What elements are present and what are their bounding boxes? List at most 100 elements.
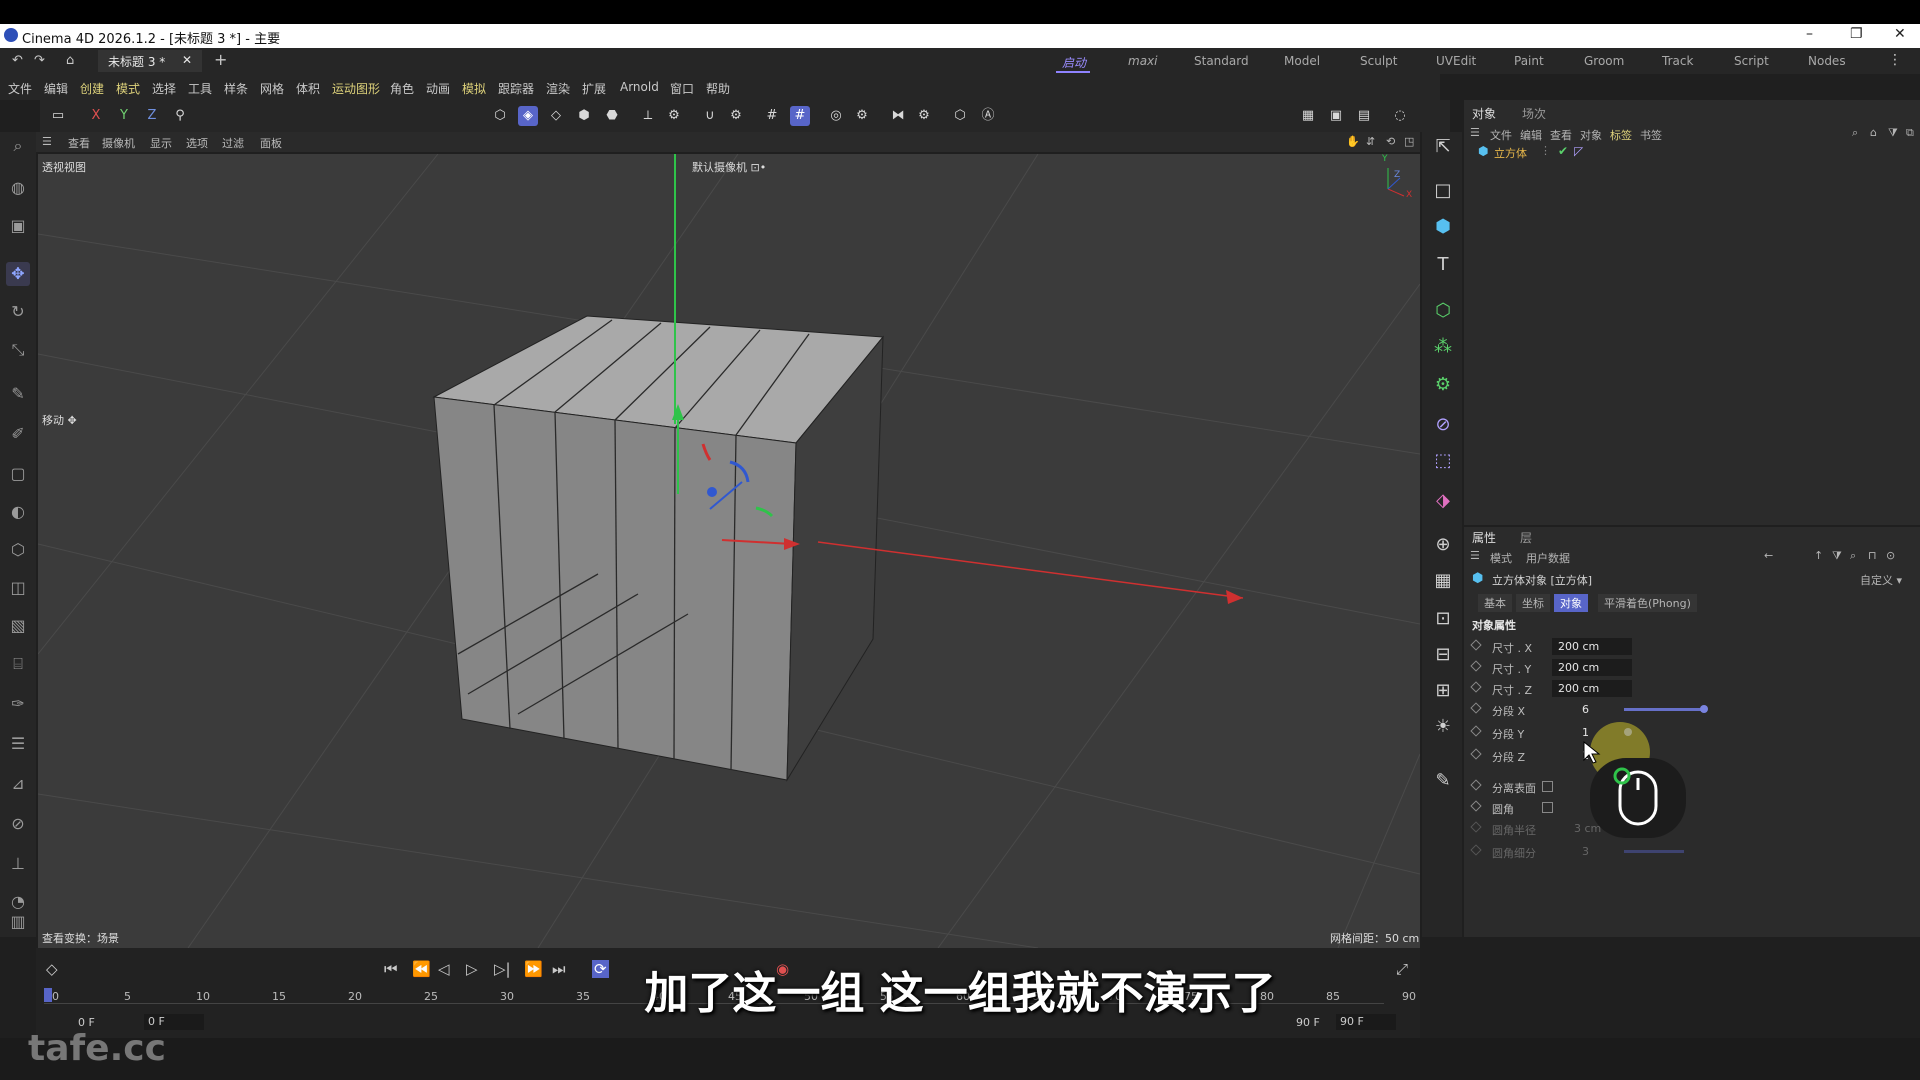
- edges-mode-icon[interactable]: ⬢: [574, 106, 594, 126]
- object-panel-hamburger-icon[interactable]: ☰: [1470, 126, 1480, 139]
- lock-icon[interactable]: ⊓: [1868, 549, 1877, 562]
- menu-extensions[interactable]: 扩展: [582, 80, 606, 97]
- polygons-mode-icon[interactable]: ⬣: [602, 106, 622, 126]
- attr-menu-mode[interactable]: 模式: [1490, 550, 1512, 566]
- menu-window[interactable]: 窗口: [670, 80, 694, 97]
- object-name-label[interactable]: 立方体: [1494, 145, 1527, 161]
- symmetry-icon[interactable]: ⧓: [888, 106, 908, 126]
- enabled-check-icon[interactable]: ✔: [1558, 144, 1568, 158]
- object-newwindow-icon[interactable]: ⧉: [1906, 126, 1914, 140]
- pan-icon[interactable]: ✋: [1346, 135, 1360, 148]
- move-tool-icon[interactable]: ✥: [6, 262, 30, 286]
- rotate-tool-icon[interactable]: ↻: [6, 300, 30, 324]
- menu-volume[interactable]: 体积: [296, 80, 320, 97]
- tab-objects[interactable]: 对象: [1472, 105, 1496, 122]
- text-object-icon[interactable]: T: [1430, 252, 1456, 278]
- axis-mode-icon[interactable]: ⟂: [638, 106, 658, 126]
- guide-icon[interactable]: ⬡: [950, 106, 970, 126]
- sketch-tool-icon[interactable]: ✐: [6, 422, 30, 446]
- segments-x-slider-handle[interactable]: [1700, 705, 1708, 713]
- phong-tag-icon[interactable]: ◸: [1574, 144, 1583, 158]
- attr-search-icon[interactable]: ⌕: [1850, 549, 1856, 563]
- keyframe-diamond-icon[interactable]: [1470, 639, 1482, 651]
- workplane-icon[interactable]: ◫: [6, 576, 30, 600]
- viewport-menu-options[interactable]: 选项: [186, 135, 208, 151]
- snap-settings-gear-icon[interactable]: ⚙: [726, 106, 746, 126]
- segments-x-field[interactable]: 6: [1552, 701, 1632, 718]
- layout-tab-paint[interactable]: Paint: [1514, 54, 1544, 68]
- measure-icon[interactable]: ⊥: [6, 852, 30, 876]
- cylinder-icon[interactable]: ⌸: [6, 652, 30, 676]
- subdivision-icon[interactable]: ⬡: [1430, 298, 1456, 324]
- keyframe-diamond-icon[interactable]: [1470, 702, 1482, 714]
- object-menu-edit[interactable]: 编辑: [1520, 127, 1542, 143]
- attr-menu-userdata[interactable]: 用户数据: [1526, 550, 1570, 566]
- layout-tab-sculpt[interactable]: Sculpt: [1360, 54, 1397, 68]
- material-icon[interactable]: ◐: [6, 500, 30, 524]
- workplane-grid-icon[interactable]: #: [790, 106, 810, 126]
- visibility-dots-icon[interactable]: ⋮: [1540, 144, 1551, 157]
- model-mode-icon[interactable]: ⬡: [490, 106, 510, 126]
- light-icon[interactable]: ☀: [1430, 714, 1456, 740]
- attr-filter-icon[interactable]: ⧩: [1832, 549, 1842, 563]
- object-filter-icon[interactable]: ⧩: [1888, 126, 1898, 140]
- tab-attributes[interactable]: 属性: [1472, 529, 1496, 546]
- document-tab[interactable]: 未标题 3 * ✕: [98, 50, 202, 72]
- menu-animation[interactable]: 动画: [426, 80, 450, 97]
- tab-layers[interactable]: 层: [1520, 529, 1532, 546]
- render-picture-viewer-icon[interactable]: ▣: [1326, 106, 1346, 126]
- knife-icon[interactable]: ⊘: [6, 812, 30, 836]
- menu-mode[interactable]: 模式: [116, 80, 140, 97]
- layout-tab-track[interactable]: Track: [1662, 54, 1693, 68]
- scale-tool-icon[interactable]: ⤡: [6, 338, 30, 362]
- dolly-icon[interactable]: ⇵: [1366, 135, 1375, 148]
- brush-icon[interactable]: ✑: [6, 692, 30, 716]
- menu-file[interactable]: 文件: [8, 80, 32, 97]
- pen-tool-icon[interactable]: ✎: [6, 382, 30, 406]
- keyframe-diamond-icon[interactable]: [1470, 681, 1482, 693]
- keyframe-diamond-icon[interactable]: [1470, 779, 1482, 791]
- menu-arnold[interactable]: Arnold: [620, 80, 659, 94]
- cube-tool-icon[interactable]: ⬡: [6, 538, 30, 562]
- segments-x-slider[interactable]: [1624, 708, 1702, 711]
- solo-icon[interactable]: ◎: [826, 106, 846, 126]
- menu-simulate[interactable]: 模拟: [462, 80, 486, 97]
- menu-tracker[interactable]: 跟踪器: [498, 80, 534, 97]
- orbit-icon[interactable]: ⟲: [1386, 135, 1395, 148]
- camera-icon[interactable]: ⊟: [1430, 642, 1456, 668]
- object-menu-object[interactable]: 对象: [1580, 127, 1602, 143]
- object-menu-view[interactable]: 查看: [1550, 127, 1572, 143]
- settings-gear-icon[interactable]: ⚙: [664, 106, 684, 126]
- gizmo-center[interactable]: [707, 487, 717, 497]
- object-menu-tags[interactable]: 标签: [1610, 127, 1632, 143]
- preset-dropdown[interactable]: 自定义 ▾: [1860, 572, 1902, 588]
- attr-settings-icon[interactable]: ⊙: [1886, 549, 1895, 562]
- search-icon[interactable]: ⌕: [6, 134, 30, 158]
- effector-icon[interactable]: ⬗: [1430, 488, 1456, 514]
- object-search-icon[interactable]: ⌕: [1852, 126, 1858, 140]
- points-mode-icon[interactable]: ◇: [546, 106, 566, 126]
- menu-help[interactable]: 帮助: [706, 80, 730, 97]
- y-axis-lock[interactable]: Y: [114, 106, 134, 126]
- texture-mode-icon[interactable]: ▢: [6, 462, 30, 486]
- layout-tab-maxi[interactable]: maxi: [1128, 54, 1157, 68]
- keyframe-diamond-icon[interactable]: [1470, 748, 1482, 760]
- autokey-a-icon[interactable]: Ⓐ: [978, 106, 998, 126]
- close-window-button[interactable]: ✕: [1894, 26, 1906, 42]
- undo-icon[interactable]: ↶: [12, 53, 23, 68]
- back-arrow-icon[interactable]: ←: [1764, 549, 1773, 562]
- menu-select[interactable]: 选择: [152, 80, 176, 97]
- up-arrow-icon[interactable]: ↑: [1814, 549, 1823, 562]
- object-row-cube[interactable]: ⬢ 立方体 ⋮ ✔ ◸: [1478, 144, 1618, 160]
- cloner-icon[interactable]: ⁂: [1430, 334, 1456, 360]
- xpresso-icon[interactable]: ✎: [1430, 768, 1456, 794]
- fillet-checkbox[interactable]: [1542, 802, 1553, 813]
- volume-icon[interactable]: ⬚: [1430, 448, 1456, 474]
- maximize-button[interactable]: ❐: [1850, 26, 1863, 42]
- panel-icon[interactable]: ▥: [6, 910, 30, 934]
- menu-create[interactable]: 创建: [80, 80, 104, 97]
- active-camera-label[interactable]: 默认摄像机 ⊡•: [692, 159, 766, 175]
- menu-character[interactable]: 角色: [390, 80, 414, 97]
- camera-tool-icon[interactable]: ▧: [6, 614, 30, 638]
- subtab-phong[interactable]: 平滑着色(Phong): [1598, 594, 1697, 612]
